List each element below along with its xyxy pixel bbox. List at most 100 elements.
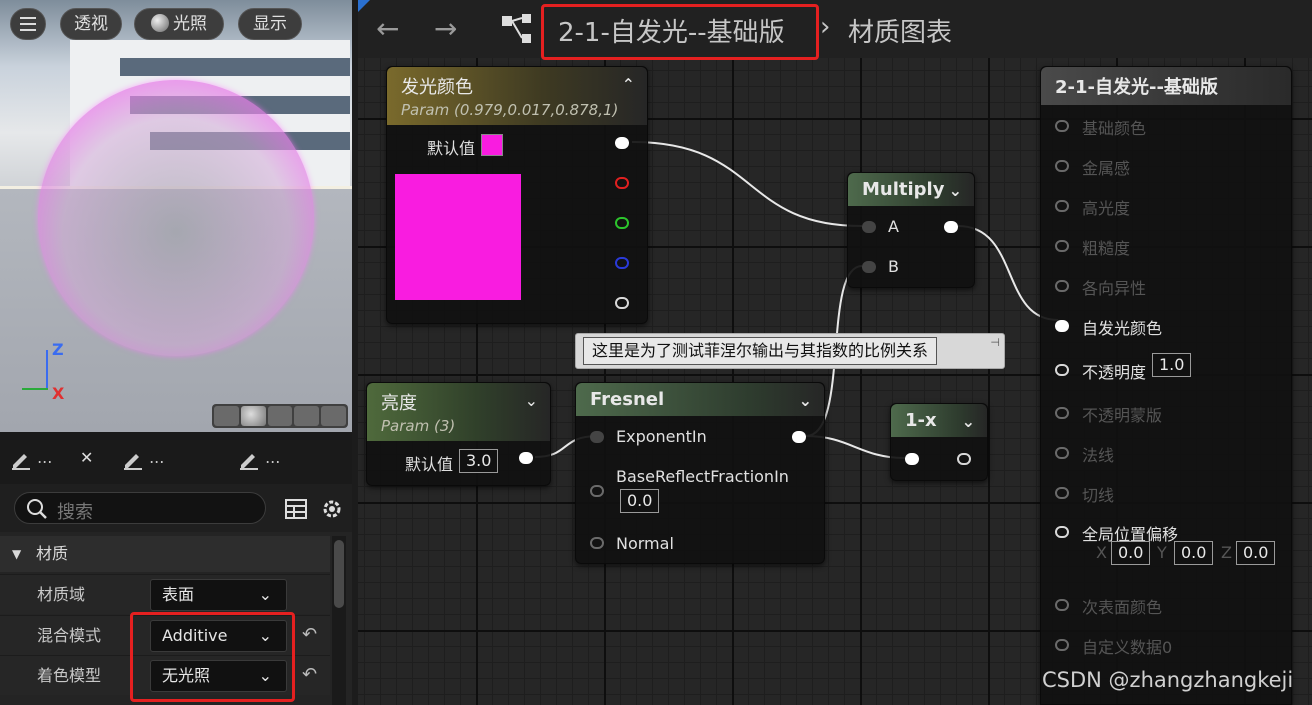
cylinder-shape-button[interactable] — [214, 406, 239, 426]
input-pin-exponent[interactable] — [590, 431, 604, 443]
search-icon — [27, 499, 47, 519]
details-tab-1[interactable]: ... — [10, 440, 52, 476]
base-reflect-value-input[interactable]: 0.0 — [620, 489, 660, 513]
node-emissive-color-param[interactable]: 发光颜色 Param (0.979,0.017,0.878,1) ⌃ 默认值 — [386, 66, 648, 324]
viewport-menu-button[interactable] — [10, 8, 46, 40]
breadcrumb-separator: › — [820, 12, 831, 42]
hamburger-icon — [20, 17, 36, 31]
node-title: Fresnel — [590, 389, 665, 410]
table-view-icon[interactable] — [285, 499, 307, 519]
material-preview-viewport[interactable]: 透视 光照 显示 Z X — [0, 0, 352, 432]
y-axis-line — [22, 388, 48, 390]
show-button[interactable]: 显示 — [238, 8, 302, 40]
result-pin-label: 自定义数据0 — [1082, 638, 1173, 657]
category-material[interactable]: ▼ 材质 — [0, 536, 330, 572]
result-input-pin[interactable] — [1055, 526, 1069, 538]
result-input-pin[interactable] — [1055, 639, 1069, 651]
result-pin-label: 各向异性 — [1082, 279, 1147, 298]
output-pin-a[interactable] — [615, 297, 629, 309]
output-pin[interactable] — [957, 453, 971, 465]
material-domain-select[interactable]: 表面 ⌄ — [150, 579, 287, 611]
output-pin[interactable] — [519, 452, 533, 464]
select-value: 表面 — [162, 585, 195, 604]
pencil-icon — [124, 453, 142, 470]
collapse-triangle-icon: ▼ — [12, 547, 22, 561]
node-subtitle: Param (0.979,0.017,0.878,1) — [401, 101, 619, 119]
details-tab-label: ... — [265, 448, 281, 467]
chevron-down-icon[interactable]: ⌄ — [799, 391, 812, 410]
chevron-down-icon[interactable]: ⌄ — [949, 181, 962, 200]
result-input-pin[interactable] — [1055, 200, 1069, 212]
pin-label-a: A — [888, 217, 899, 236]
result-input-pin[interactable] — [1055, 364, 1069, 376]
result-input-pin[interactable] — [1055, 447, 1069, 459]
show-label: 显示 — [253, 14, 287, 34]
output-pin[interactable] — [792, 431, 806, 443]
result-input-pin[interactable] — [1055, 320, 1069, 332]
input-pin[interactable] — [905, 453, 919, 465]
wpo-z-input[interactable]: 0.0 — [1236, 541, 1276, 565]
result-input-pin[interactable] — [1055, 120, 1069, 132]
chevron-down-icon[interactable]: ⌄ — [525, 391, 538, 410]
wpo-y-input[interactable]: 0.0 — [1174, 541, 1214, 565]
gear-icon[interactable] — [320, 497, 344, 521]
result-input-pin[interactable] — [1055, 280, 1069, 292]
node-header: Fresnel ⌄ — [576, 383, 824, 416]
chevron-down-icon: ⌄ — [258, 585, 272, 604]
chevron-down-icon[interactable]: ⌄ — [962, 412, 975, 431]
node-brightness-param[interactable]: 亮度 Param (3) ⌄ 默认值 3.0 — [366, 382, 551, 486]
result-pin-label: 不透明蒙版 — [1082, 406, 1163, 425]
output-pin-r[interactable] — [615, 177, 629, 189]
input-pin-normal[interactable] — [590, 537, 604, 549]
details-search-input[interactable]: 搜索 — [14, 492, 266, 524]
wpo-x-label: X — [1096, 543, 1107, 562]
reset-to-default-icon[interactable]: ↶ — [302, 664, 317, 685]
result-input-pin[interactable] — [1055, 599, 1069, 611]
input-pin-b[interactable] — [862, 261, 876, 273]
details-tab-3[interactable]: ... — [238, 440, 280, 476]
pencil-icon — [240, 453, 258, 470]
pin-icon[interactable]: ⊣ — [990, 336, 1000, 349]
reset-to-default-icon[interactable]: ↶ — [302, 624, 317, 645]
lighting-button[interactable]: 光照 — [134, 8, 224, 40]
forward-arrow-icon[interactable]: → — [434, 12, 457, 45]
details-search-row: 搜索 — [0, 484, 352, 532]
z-axis-line — [46, 350, 48, 390]
details-tab-label: ... — [37, 448, 53, 467]
default-color-swatch[interactable] — [481, 134, 503, 156]
perspective-button[interactable]: 透视 — [60, 8, 122, 40]
z-axis-label: Z — [52, 340, 64, 359]
input-pin-base-reflect[interactable] — [590, 485, 604, 497]
comment-bubble[interactable]: 这里是为了测试菲涅尔输出与其指数的比例关系 ⊣ — [575, 333, 1005, 369]
plane-shape-button[interactable] — [267, 406, 293, 426]
node-one-minus[interactable]: 1-x ⌄ — [890, 403, 988, 481]
output-pin-g[interactable] — [615, 217, 629, 229]
result-input-pin[interactable] — [1055, 240, 1069, 252]
chevron-up-icon[interactable]: ⌃ — [622, 75, 635, 94]
opacity-value-input[interactable]: 1.0 — [1152, 353, 1192, 377]
details-tab-bar: ... ✕ ... ... — [0, 432, 352, 484]
custom-mesh-button[interactable] — [321, 406, 346, 426]
input-pin-a[interactable] — [862, 221, 876, 233]
output-pin[interactable] — [944, 221, 958, 233]
node-fresnel[interactable]: Fresnel ⌄ ExponentIn BaseReflectFraction… — [575, 382, 825, 564]
scrollbar-thumb[interactable] — [334, 540, 344, 608]
details-tab-2[interactable]: ... — [122, 440, 164, 476]
details-scrollbar[interactable] — [332, 536, 346, 705]
sphere-shape-button[interactable] — [240, 406, 266, 426]
wpo-y-label: Y — [1157, 543, 1167, 562]
node-material-result[interactable]: 2-1-自发光--基础版 基础颜色 金属感 高光度 粗糙度 各向异性 自发光颜色 不透明度不… — [1040, 66, 1292, 705]
category-label: 材质 — [36, 544, 69, 563]
node-header: 2-1-自发光--基础版 — [1041, 67, 1291, 105]
result-input-pin[interactable] — [1055, 160, 1069, 172]
default-value-input[interactable]: 3.0 — [459, 449, 499, 473]
output-pin-b[interactable] — [615, 257, 629, 269]
wpo-x-input[interactable]: 0.0 — [1111, 541, 1151, 565]
back-arrow-icon[interactable]: ← — [376, 12, 399, 45]
output-pin-rgb[interactable] — [615, 137, 629, 149]
cube-shape-button[interactable] — [294, 406, 320, 426]
close-icon[interactable]: ✕ — [80, 448, 93, 467]
result-input-pin[interactable] — [1055, 407, 1069, 419]
result-input-pin[interactable] — [1055, 487, 1069, 499]
node-multiply[interactable]: Multiply ⌄ A B — [847, 172, 975, 288]
